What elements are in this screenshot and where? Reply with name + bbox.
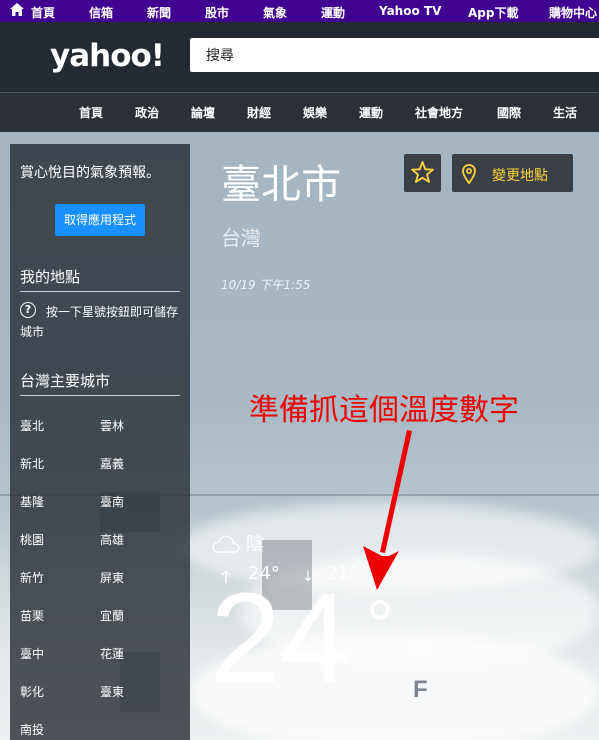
- country-label: 台灣: [221, 226, 261, 250]
- city-link-taitung[interactable]: 臺東: [100, 683, 124, 700]
- nav-item-politics[interactable]: 政治: [135, 104, 159, 121]
- change-location-label: 變更地點: [492, 168, 548, 184]
- city-link-pingtung[interactable]: 屏東: [100, 569, 124, 586]
- nav-item-forum[interactable]: 論壇: [191, 104, 215, 121]
- topbar-link-yahoo-tv[interactable]: Yahoo TV: [379, 4, 441, 18]
- city-link-hsinchu[interactable]: 新竹: [20, 569, 44, 586]
- city-link-taichung[interactable]: 臺中: [20, 645, 44, 662]
- city-link-keelung[interactable]: 基隆: [20, 493, 44, 510]
- nav-item-international[interactable]: 國際: [497, 104, 521, 121]
- cloud-icon: [212, 535, 240, 553]
- major-cities-heading: 台灣主要城市: [20, 372, 111, 390]
- city-link-yilan[interactable]: 宜蘭: [100, 607, 124, 624]
- city-link-hualien[interactable]: 花蓮: [100, 645, 124, 662]
- section-nav: 首頁 政治 論壇 財經 娛樂 運動 社會地方 國際 生活: [0, 92, 599, 132]
- get-app-button[interactable]: 取得應用程式: [55, 204, 145, 236]
- city-link-taipei[interactable]: 臺北: [20, 417, 44, 434]
- city-link-new-taipei[interactable]: 新北: [20, 455, 44, 472]
- top-bar: 首頁 信箱 新聞 股市 氣象 運動 Yahoo TV App下載 購物中心: [0, 0, 599, 22]
- topbar-link-home[interactable]: 首頁: [31, 4, 55, 21]
- annotation-arrow-icon: [363, 430, 412, 590]
- nav-item-sports[interactable]: 運動: [359, 104, 383, 121]
- topbar-link-mail[interactable]: 信箱: [89, 4, 113, 21]
- topbar-link-weather[interactable]: 氣象: [263, 4, 287, 21]
- weather-condition: 陰: [246, 534, 264, 555]
- save-city-hint: 按一下星號按鈕即可儲存城市: [20, 305, 179, 339]
- star-icon: [411, 161, 434, 183]
- city-link-kaohsiung[interactable]: 高雄: [100, 531, 124, 548]
- map-pin-icon: [462, 164, 476, 184]
- unit-fahrenheit-toggle[interactable]: F: [413, 676, 428, 704]
- city-link-miaoli[interactable]: 苗栗: [20, 607, 44, 624]
- topbar-link-stocks[interactable]: 股市: [205, 4, 229, 21]
- topbar-link-shopping[interactable]: 購物中心: [549, 4, 597, 21]
- city-link-taoyuan[interactable]: 桃園: [20, 531, 44, 548]
- nav-item-life[interactable]: 生活: [553, 104, 577, 121]
- topbar-link-sports[interactable]: 運動: [321, 4, 345, 21]
- city-link-chiayi[interactable]: 嘉義: [100, 455, 124, 472]
- topbar-link-app-download[interactable]: App下載: [468, 4, 518, 21]
- unit-celsius-toggle[interactable]: C: [413, 635, 430, 663]
- my-locations-heading: 我的地點: [20, 268, 81, 286]
- update-timestamp: 10/19 下午1:55: [221, 278, 311, 292]
- search-input[interactable]: 搜尋: [190, 38, 599, 72]
- city-title: 臺北市: [221, 162, 341, 208]
- header: yahoo! 搜尋: [0, 22, 599, 92]
- change-location-button[interactable]: 變更地點: [452, 154, 573, 192]
- sidebar: 賞心悅目的氣象預報。 取得應用程式 我的地點 ? 按一下星號按鈕即可儲存城市 台…: [10, 144, 190, 740]
- yahoo-logo[interactable]: yahoo!: [50, 38, 165, 74]
- nav-item-entertainment[interactable]: 娛樂: [303, 104, 327, 121]
- city-link-nantou[interactable]: 南投: [20, 721, 44, 738]
- nav-item-society[interactable]: 社會地方: [415, 104, 463, 121]
- home-icon[interactable]: [10, 3, 24, 16]
- degree-symbol: °: [366, 586, 394, 664]
- topbar-link-news[interactable]: 新聞: [147, 4, 171, 21]
- divider: [20, 395, 180, 396]
- nav-item-home[interactable]: 首頁: [79, 104, 103, 121]
- annotation-text: 準備抓這個溫度數字: [249, 393, 519, 428]
- divider: [20, 291, 180, 292]
- city-link-changhua[interactable]: 彰化: [20, 683, 44, 700]
- nav-item-finance[interactable]: 財經: [247, 104, 271, 121]
- save-location-star-button[interactable]: [404, 154, 441, 192]
- sidebar-promo-text: 賞心悅目的氣象預報。: [20, 165, 160, 181]
- city-link-tainan[interactable]: 臺南: [100, 493, 124, 510]
- city-link-yunlin[interactable]: 雲林: [100, 417, 124, 434]
- current-temperature: 24: [210, 567, 350, 710]
